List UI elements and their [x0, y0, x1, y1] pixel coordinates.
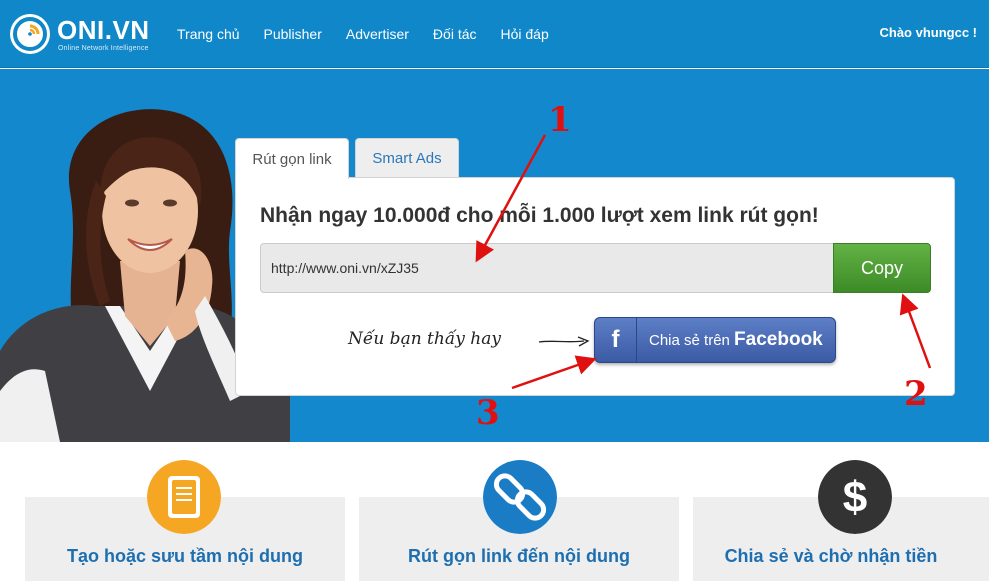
nav-doi-tac[interactable]: Đối tác: [433, 26, 477, 42]
feature-label-create: Tạo hoặc sưu tầm nội dung: [66, 546, 304, 566]
share-hint-text: Nếu bạn thấy hay: [348, 329, 501, 349]
hero-section: Rút gọn link Smart Ads Nhận ngay 10.000đ…: [0, 69, 989, 442]
nav-publisher[interactable]: Publisher: [264, 26, 322, 42]
main-nav: Trang chủ Publisher Advertiser Đối tác H…: [177, 26, 549, 42]
nav-advertiser[interactable]: Advertiser: [346, 26, 409, 42]
annotation-number-1: 1: [548, 100, 572, 140]
tab-smart-ads[interactable]: Smart Ads: [355, 138, 459, 178]
hint-arrow-icon: [538, 336, 590, 347]
features-section: $ Tạo hoặc sưu tầm nội dung Rút gọn link…: [0, 442, 989, 581]
feature-label-shorten: Rút gọn link đến nội dung: [408, 546, 630, 566]
top-navbar: ONI.VN Online Network Intelligence Trang…: [0, 0, 989, 68]
shorten-link-panel: Nhận ngay 10.000đ cho mỗi 1.000 lượt xem…: [235, 177, 955, 396]
facebook-icon: f: [595, 318, 637, 362]
tab-rut-gon-link[interactable]: Rút gọn link: [235, 138, 349, 179]
oni-logo[interactable]: ONI.VN Online Network Intelligence: [10, 12, 150, 56]
dollar-icon: $: [818, 460, 892, 534]
oni-logo-mark-icon: [10, 14, 50, 54]
facebook-share-button[interactable]: f Chia sẻ trên Facebook: [594, 317, 836, 363]
document-icon: [147, 460, 221, 534]
logo-tagline: Online Network Intelligence: [58, 45, 149, 52]
promo-title: Nhận ngay 10.000đ cho mỗi 1.000 lượt xem…: [260, 204, 819, 227]
short-url-field[interactable]: [260, 243, 835, 293]
share-prefix: Chia sẻ trên: [649, 332, 730, 349]
copy-button[interactable]: Copy: [833, 243, 931, 293]
annotation-number-2: 2: [904, 374, 928, 414]
chain-link-icon: [483, 460, 557, 534]
annotation-number-3: 3: [476, 393, 500, 433]
svg-text:$: $: [843, 473, 867, 522]
nav-trang-chu[interactable]: Trang chủ: [177, 26, 240, 42]
facebook-share-label: Chia sẻ trên Facebook: [649, 329, 823, 351]
facebook-brand: Facebook: [734, 329, 823, 350]
logo-name: ONI.VN: [57, 15, 150, 45]
feature-label-share: Chia sẻ và chờ nhận tiền: [724, 546, 938, 566]
user-greeting[interactable]: Chào vhungcc !: [879, 25, 977, 40]
nav-hoi-dap[interactable]: Hỏi đáp: [501, 26, 549, 42]
